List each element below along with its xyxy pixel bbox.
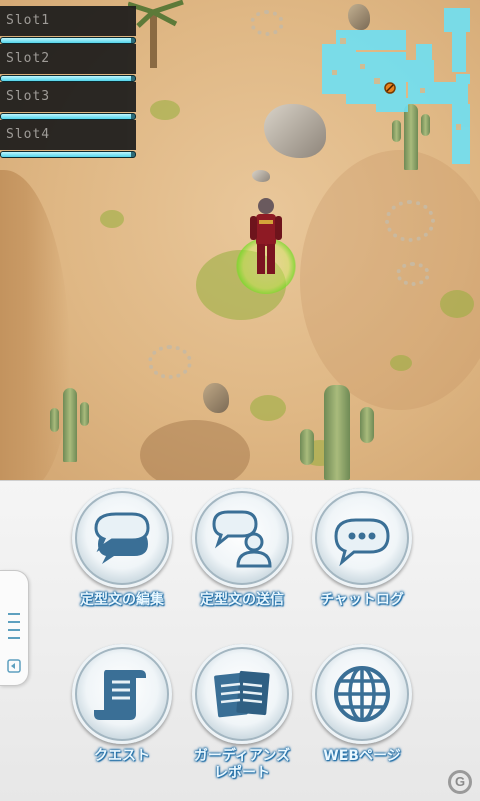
player-character[interactable] — [236, 196, 296, 296]
menu-label-line2: レポート — [214, 765, 270, 781]
watermark-logo: G — [448, 770, 472, 794]
send-phrases-button[interactable]: 定型文の送信 — [187, 488, 297, 609]
menu-label-line1: ガーディアンズ — [193, 748, 291, 764]
bone-skull — [385, 200, 435, 242]
menu-label: クエスト — [94, 748, 150, 764]
return-icon — [7, 659, 21, 673]
party-member-name: Slot2 — [0, 44, 136, 74]
hp-bar — [0, 151, 136, 158]
menu-label: チャットログ — [320, 592, 404, 608]
hp-fill — [1, 38, 131, 43]
globe-icon — [334, 666, 390, 722]
party-member-status: Slot4 — [0, 120, 136, 158]
menu-label: WEBページ — [323, 748, 401, 764]
hp-bar — [0, 37, 136, 44]
party-member-name: Slot1 — [0, 6, 136, 36]
party-member-status: Slot3 — [0, 82, 136, 120]
chat-log-icon — [334, 518, 390, 567]
cactus — [50, 388, 90, 462]
grass-patch — [100, 210, 124, 228]
bone-skull — [148, 345, 192, 379]
hp-fill — [1, 114, 131, 119]
cactus — [300, 385, 380, 480]
hp-bar — [0, 113, 136, 120]
menu-label: 定型文の送信 — [200, 592, 284, 608]
hp-fill — [1, 152, 131, 157]
party-member-status: Slot1 — [0, 6, 136, 44]
hp-fill — [1, 76, 131, 81]
menu-label: 定型文の編集 — [80, 592, 164, 608]
web-page-button[interactable]: WEBページ — [307, 644, 417, 765]
party-member-name: Slot4 — [0, 120, 136, 150]
grass-patch — [440, 290, 474, 318]
game-view[interactable]: Slot1 Slot2 Slot3 Slot4 — [0, 0, 480, 480]
report-icon — [214, 670, 270, 718]
edit-phrases-button[interactable]: 定型文の編集 — [67, 488, 177, 609]
edit-phrases-icon — [94, 512, 150, 564]
hp-bar — [0, 75, 136, 82]
sand-patch — [140, 420, 250, 480]
grass-patch — [390, 355, 412, 371]
drawer-handle[interactable] — [0, 570, 29, 686]
minimap[interactable] — [316, 4, 476, 170]
bone-skull — [396, 262, 430, 286]
rock — [203, 383, 229, 413]
guardians-report-button[interactable]: ガーディアンズ レポート — [187, 644, 297, 782]
send-phrases-icon — [212, 510, 272, 568]
quest-button[interactable]: クエスト — [67, 644, 177, 765]
party-member-status: Slot2 — [0, 44, 136, 82]
bone-skull — [250, 10, 284, 36]
sand-patch — [300, 150, 480, 410]
party-member-name: Slot3 — [0, 82, 136, 112]
chat-log-button[interactable]: チャットログ — [307, 488, 417, 609]
character-sprite — [250, 198, 282, 274]
grass-patch — [150, 100, 180, 120]
grass-patch — [250, 395, 286, 421]
small-rock — [252, 170, 270, 182]
quest-scroll-icon — [94, 670, 146, 720]
palm-tree — [128, 0, 184, 68]
